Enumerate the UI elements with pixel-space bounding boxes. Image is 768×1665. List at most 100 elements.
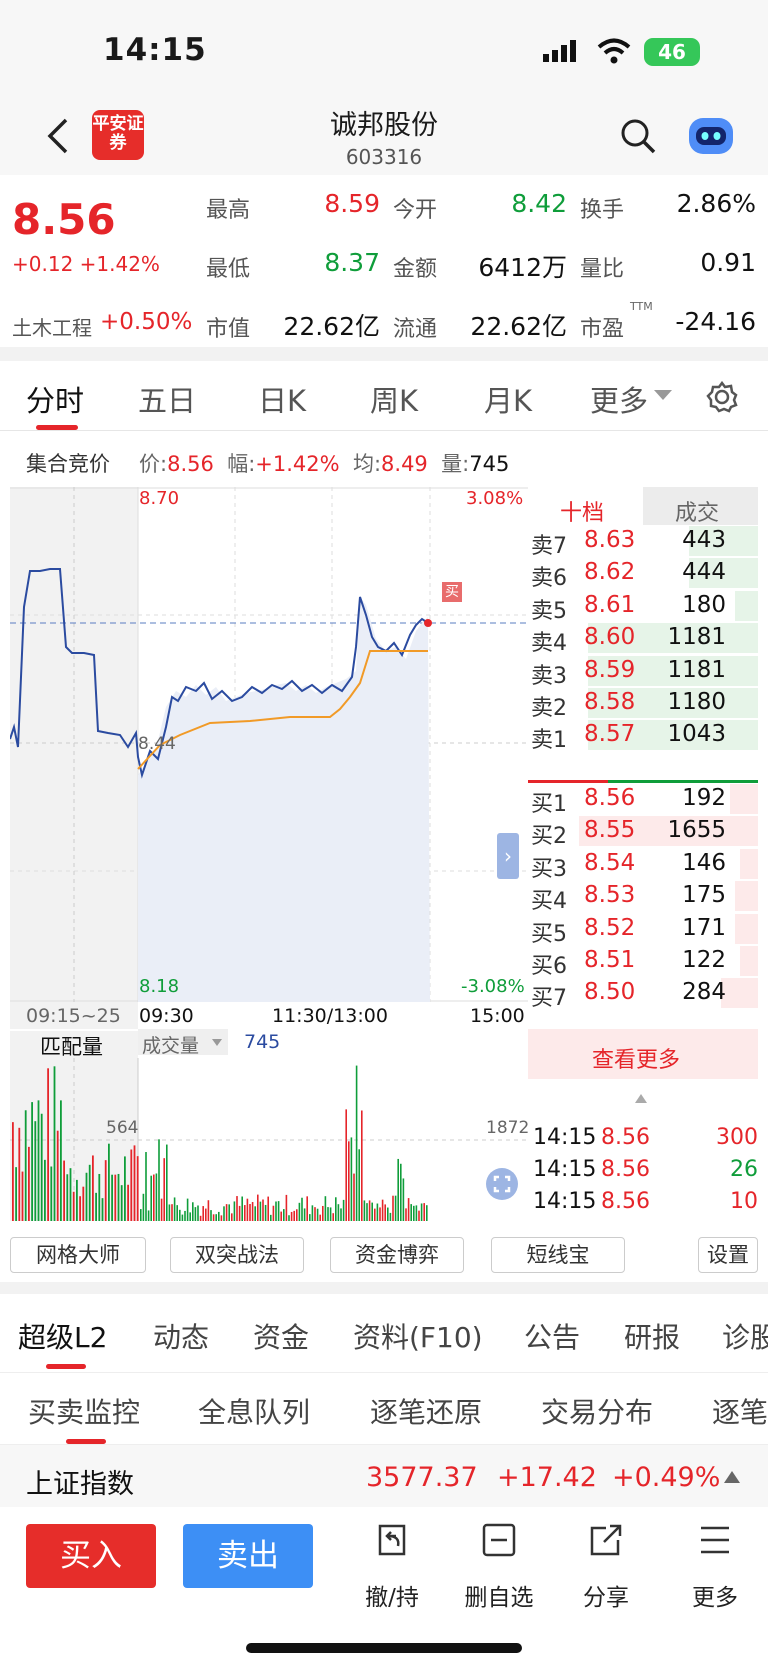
index-name: 上证指数 bbox=[26, 1469, 134, 1500]
tab-announcement[interactable]: 公告 bbox=[524, 1316, 580, 1356]
depth-bar bbox=[730, 784, 758, 814]
tab-diagnosis[interactable]: 诊股 bbox=[722, 1316, 768, 1356]
battery-icon: 46 bbox=[644, 38, 700, 66]
volume-bar bbox=[244, 1205, 246, 1221]
orderbook-row[interactable]: 买4 8.53 175 bbox=[528, 880, 758, 914]
volume-bar bbox=[142, 1193, 145, 1221]
volume-bar bbox=[53, 1066, 56, 1221]
tool-settings[interactable]: 设置 bbox=[698, 1237, 758, 1273]
tab-monthly[interactable]: 月K bbox=[484, 378, 532, 420]
tab-intraday[interactable]: 分时 bbox=[26, 378, 84, 420]
search-icon[interactable] bbox=[620, 118, 656, 154]
remove-watchlist-label[interactable]: 删自选 bbox=[454, 1578, 544, 1612]
expand-panel-button[interactable]: › bbox=[497, 833, 519, 879]
sector-name[interactable]: 土木工程 bbox=[12, 312, 92, 341]
tab-full-queue[interactable]: 全息队列 bbox=[198, 1391, 310, 1431]
level-volume: 171 bbox=[682, 914, 726, 941]
volume-bar bbox=[270, 1214, 272, 1221]
orderbook-row[interactable]: 卖5 8.61 180 bbox=[528, 590, 758, 624]
volume-bar bbox=[392, 1195, 394, 1221]
tab-tick[interactable]: 逐笔 bbox=[712, 1391, 768, 1431]
fullscreen-icon[interactable] bbox=[486, 1168, 518, 1200]
cancel-hold-label[interactable]: 撤/持 bbox=[347, 1578, 437, 1612]
settings-icon[interactable] bbox=[706, 381, 738, 413]
volume-bar bbox=[173, 1197, 176, 1221]
volume-bar bbox=[202, 1206, 204, 1221]
tab-f10[interactable]: 资料(F10) bbox=[353, 1316, 483, 1356]
expand-up-icon[interactable] bbox=[635, 1094, 647, 1103]
volume-bar bbox=[212, 1214, 215, 1221]
orderbook-row[interactable]: 买2 8.55 1655 bbox=[528, 815, 758, 849]
tick-volume: 300 bbox=[716, 1125, 758, 1150]
tab-weekly[interactable]: 周K bbox=[370, 378, 418, 420]
assistant-robot-icon[interactable] bbox=[685, 112, 737, 158]
match-volume-label: 匹配量 bbox=[40, 1035, 103, 1059]
tab-order-monitor[interactable]: 买卖监控 bbox=[28, 1391, 140, 1431]
volume-bar bbox=[225, 1204, 228, 1221]
info-avg: 8.49 bbox=[381, 452, 428, 476]
volume-bar bbox=[18, 1127, 21, 1221]
volume-bar bbox=[418, 1210, 420, 1221]
share-label[interactable]: 分享 bbox=[561, 1578, 651, 1612]
tab-capital[interactable]: 资金 bbox=[253, 1316, 309, 1356]
tab-more[interactable]: 更多 bbox=[590, 378, 648, 420]
orderbook-row[interactable]: 买1 8.56 192 bbox=[528, 783, 758, 817]
sell-button[interactable]: 卖出 bbox=[183, 1524, 313, 1588]
level-volume: 1181 bbox=[667, 624, 726, 651]
tab-research[interactable]: 研报 bbox=[624, 1316, 680, 1356]
orderbook-row[interactable]: 卖3 8.59 1181 bbox=[528, 655, 758, 689]
orderbook-row[interactable]: 卖7 8.63 443 bbox=[528, 525, 758, 559]
share-icon[interactable] bbox=[588, 1522, 624, 1558]
turnover-value: 2.86% bbox=[676, 189, 756, 218]
orderbook-row[interactable]: 买6 8.51 122 bbox=[528, 945, 758, 979]
level-price: 8.52 bbox=[584, 914, 636, 941]
volume-bar bbox=[306, 1196, 308, 1221]
open-label: 今开 bbox=[393, 198, 438, 223]
info-price-label: 价: bbox=[139, 452, 168, 476]
tab-trade-distribution[interactable]: 交易分布 bbox=[541, 1391, 653, 1431]
buy-button[interactable]: 买入 bbox=[26, 1524, 156, 1588]
level-label: 买1 bbox=[531, 792, 567, 817]
float-cap-value: 22.62亿 bbox=[470, 312, 567, 341]
volume-bar bbox=[342, 1199, 345, 1221]
remove-watchlist-icon[interactable] bbox=[481, 1522, 517, 1558]
tab-news[interactable]: 动态 bbox=[153, 1316, 209, 1356]
tool-capital-game[interactable]: 资金博弈 bbox=[330, 1237, 464, 1273]
orderbook-row[interactable]: 卖1 8.57 1043 bbox=[528, 719, 758, 753]
more-menu-icon[interactable] bbox=[697, 1522, 733, 1558]
orderbook-row[interactable]: 卖4 8.60 1181 bbox=[528, 622, 758, 656]
orderbook-row[interactable]: 买7 8.50 284 bbox=[528, 977, 758, 1011]
signal-icon bbox=[543, 40, 576, 62]
tab-super-l2[interactable]: 超级L2 bbox=[18, 1316, 107, 1356]
tab-tick-replay[interactable]: 逐笔还原 bbox=[370, 1391, 482, 1431]
tick-time: 14:15 bbox=[533, 1125, 597, 1150]
level-volume: 146 bbox=[682, 849, 726, 876]
orderbook-row[interactable]: 买5 8.52 171 bbox=[528, 913, 758, 947]
volume-bar bbox=[136, 1156, 139, 1221]
volume-bar bbox=[63, 1160, 65, 1221]
open-value: 8.42 bbox=[511, 189, 567, 218]
volume-bar bbox=[363, 1200, 366, 1221]
volume-bar bbox=[56, 1130, 59, 1221]
tool-short-term[interactable]: 短线宝 bbox=[491, 1237, 625, 1273]
volume-bar bbox=[205, 1208, 207, 1221]
volume-bar bbox=[353, 1173, 355, 1221]
buy-signal-tag[interactable]: 买 bbox=[442, 582, 462, 602]
level-label: 卖5 bbox=[531, 598, 567, 624]
tool-grid-master[interactable]: 网格大师 bbox=[10, 1237, 146, 1273]
tab-5day[interactable]: 五日 bbox=[138, 378, 196, 420]
orderbook-row[interactable]: 卖6 8.62 444 bbox=[528, 557, 758, 591]
volume-bars bbox=[10, 1058, 528, 1221]
volume-bar bbox=[407, 1198, 410, 1221]
orderbook-row[interactable]: 买3 8.54 146 bbox=[528, 848, 758, 882]
volume-bar bbox=[108, 1143, 110, 1221]
tool-double-breakout[interactable]: 双突战法 bbox=[170, 1237, 304, 1273]
expand-up-icon[interactable] bbox=[724, 1471, 740, 1483]
tab-daily[interactable]: 日K bbox=[258, 378, 306, 420]
orderbook-row[interactable]: 卖2 8.58 1180 bbox=[528, 687, 758, 721]
volume-bar bbox=[207, 1200, 210, 1221]
cancel-order-icon[interactable] bbox=[374, 1522, 410, 1558]
volume-bar bbox=[153, 1174, 155, 1221]
volume-bar bbox=[12, 1122, 14, 1221]
more-label[interactable]: 更多 bbox=[670, 1578, 760, 1612]
